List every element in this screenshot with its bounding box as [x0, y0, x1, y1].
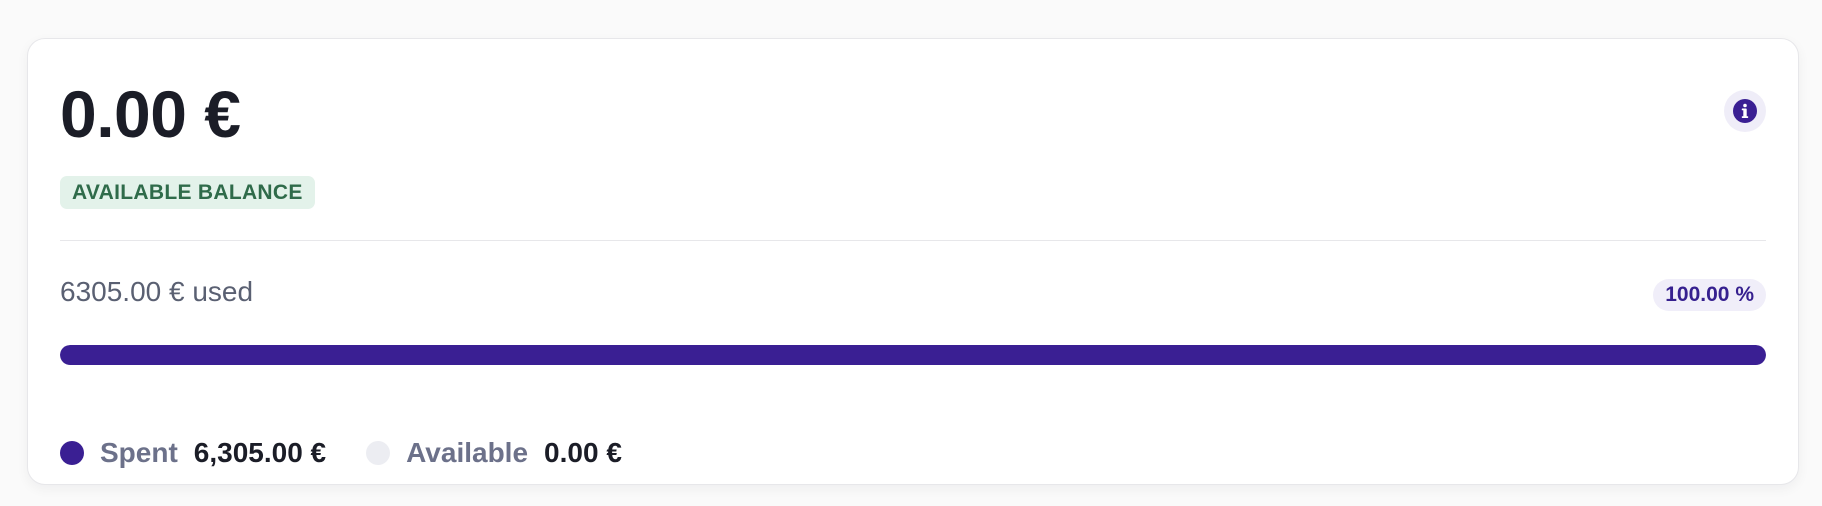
- usage-percent-badge: 100.00 %: [1653, 279, 1766, 311]
- legend-value-available: 0.00 €: [544, 437, 622, 468]
- available-dot: [366, 441, 391, 465]
- legend-label-spent: Spent: [100, 437, 178, 468]
- spent-dot: [60, 441, 84, 465]
- info-button[interactable]: [1724, 90, 1766, 132]
- available-balance-badge: AVAILABLE BALANCE: [60, 176, 315, 209]
- legend-item-available: Available 0.00 €: [366, 437, 622, 469]
- used-amount-text: 6305.00 € used: [60, 276, 254, 307]
- legend-label-available: Available: [406, 437, 529, 468]
- balance-amount: 0.00 €: [60, 77, 241, 151]
- info-icon: [1733, 99, 1757, 123]
- legend-value-spent: 6,305.00 €: [193, 437, 327, 468]
- usage-progress-bar: [60, 345, 1766, 365]
- section-divider: [60, 240, 1766, 241]
- legend-item-spent: Spent 6,305.00 €: [60, 437, 326, 469]
- usage-legend: Spent 6,305.00 € Available 0.00 €: [60, 437, 662, 469]
- usage-progress-fill: [60, 345, 1766, 365]
- balance-card: 0.00 € AVAILABLE BALANCE 6305.00 € used …: [27, 38, 1799, 485]
